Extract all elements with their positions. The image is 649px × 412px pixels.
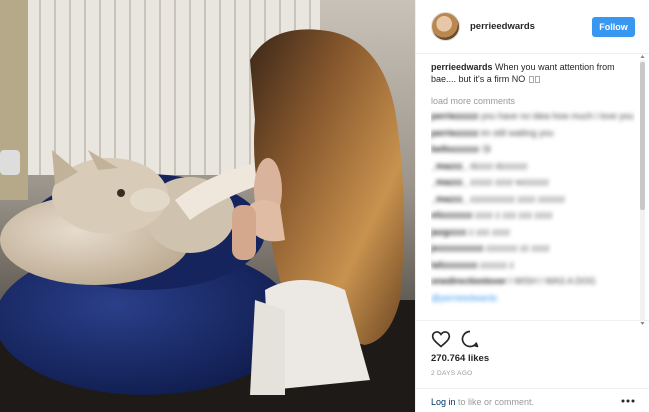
login-bar: Log in to like or comment. (416, 388, 649, 412)
comment-row: @perrieedwards (431, 293, 635, 305)
post-caption: perrieedwards When you want attention fr… (431, 61, 635, 85)
comment-row: elizzzzzzz zzzz z zzz zzz zzzz (431, 210, 635, 222)
emoji-placeholder-icon (528, 76, 534, 83)
post-side-panel: perrieedwards Follow perrieedwards When … (415, 0, 649, 412)
comment-username[interactable]: _mazzz_ (431, 161, 468, 171)
comment-username[interactable]: lafzzzzzzzz (431, 260, 478, 270)
caption-username[interactable]: perrieedwards (431, 62, 493, 72)
login-prompt: Log in to like or comment. (431, 397, 534, 407)
post-photo (0, 0, 415, 412)
login-prompt-text: to like or comment. (455, 397, 535, 407)
photo-illustration (0, 0, 415, 412)
post-header: perrieedwards Follow (416, 0, 649, 54)
comment-text: dzzzz dzzzzzz (470, 160, 528, 171)
comment-row: _mazzz_ zzzzz zzzz wzzzzzz (431, 177, 635, 189)
likes-count[interactable]: 270.764 likes (431, 353, 489, 364)
comment-text: I WISH I WAS A DOG (509, 276, 596, 286)
comment-row: perriezzzzz im still waiting you (431, 128, 635, 140)
comment-text: im still waiting you (481, 127, 554, 138)
comment-username[interactable]: _mazzz_ (431, 194, 468, 204)
comments-scrollbar[interactable] (640, 55, 645, 325)
comment-row: _mazzz_ dzzzz dzzzzzz (431, 161, 635, 173)
comment-username[interactable]: onedirectionlover (431, 276, 507, 286)
comment-text: zzzzz zzzz wzzzzzz (470, 177, 550, 187)
comment-username[interactable]: _mazzz_ (431, 177, 468, 187)
comment-row: lafzzzzzzzz zzzzzz z (431, 260, 635, 272)
comment-icon[interactable] (460, 329, 480, 349)
emoji-placeholder-icon (534, 76, 540, 83)
post-timestamp[interactable]: 2 DAYS AGO (431, 370, 473, 377)
comment-text: 😘 (481, 144, 491, 154)
comment-text: zzzzzzzzzz zzzz zzzzzz (470, 193, 566, 204)
comment-mention[interactable]: @perrieedwards (431, 293, 497, 303)
scrollbar-thumb[interactable] (640, 62, 645, 210)
comment-row: jezzzzzzzzzz zzzzzzz zz zzzz (431, 243, 635, 255)
comment-username[interactable]: perriezzzzz (431, 128, 479, 138)
comment-text: zzzzzz z (480, 259, 515, 270)
load-more-comments[interactable]: load more comments (431, 96, 635, 106)
scroll-up-arrow-icon[interactable] (640, 54, 645, 59)
more-options-icon[interactable] (621, 399, 635, 403)
heart-icon[interactable] (431, 329, 451, 349)
comment-row: perriezzzzz you have no idea how much i … (431, 111, 635, 123)
comment-username[interactable]: jazgzzzz (431, 227, 467, 237)
avatar[interactable] (431, 12, 460, 41)
comment-row: _mazzz_ zzzzzzzzzz zzzz zzzzzz (431, 194, 635, 206)
header-username[interactable]: perrieedwards (470, 21, 535, 32)
comment-row: jazgzzzz z zzz zzzz (431, 227, 635, 239)
comments-list: perrieedwards When you want attention fr… (431, 61, 635, 315)
comment-text: zzzz z zzz zzz zzzz (475, 210, 553, 220)
comment-username[interactable]: perriezzzzz (431, 111, 479, 121)
follow-button[interactable]: Follow (592, 17, 635, 37)
comment-text: z zzz zzzz (469, 226, 511, 237)
comment-row: bellozzzzzz 😘 (431, 144, 635, 156)
comment-text: zzzzzzz zz zzzz (486, 243, 550, 253)
comment-row: onedirectionlover I WISH I WAS A DOG (431, 276, 635, 288)
comment-username[interactable]: bellozzzzzz (431, 144, 479, 154)
comment-username[interactable]: jezzzzzzzzzz (431, 243, 484, 253)
comment-text: you have no idea how much i love you (481, 111, 634, 121)
login-link[interactable]: Log in (431, 397, 456, 407)
comment-username[interactable]: elizzzzzzz (431, 210, 473, 220)
